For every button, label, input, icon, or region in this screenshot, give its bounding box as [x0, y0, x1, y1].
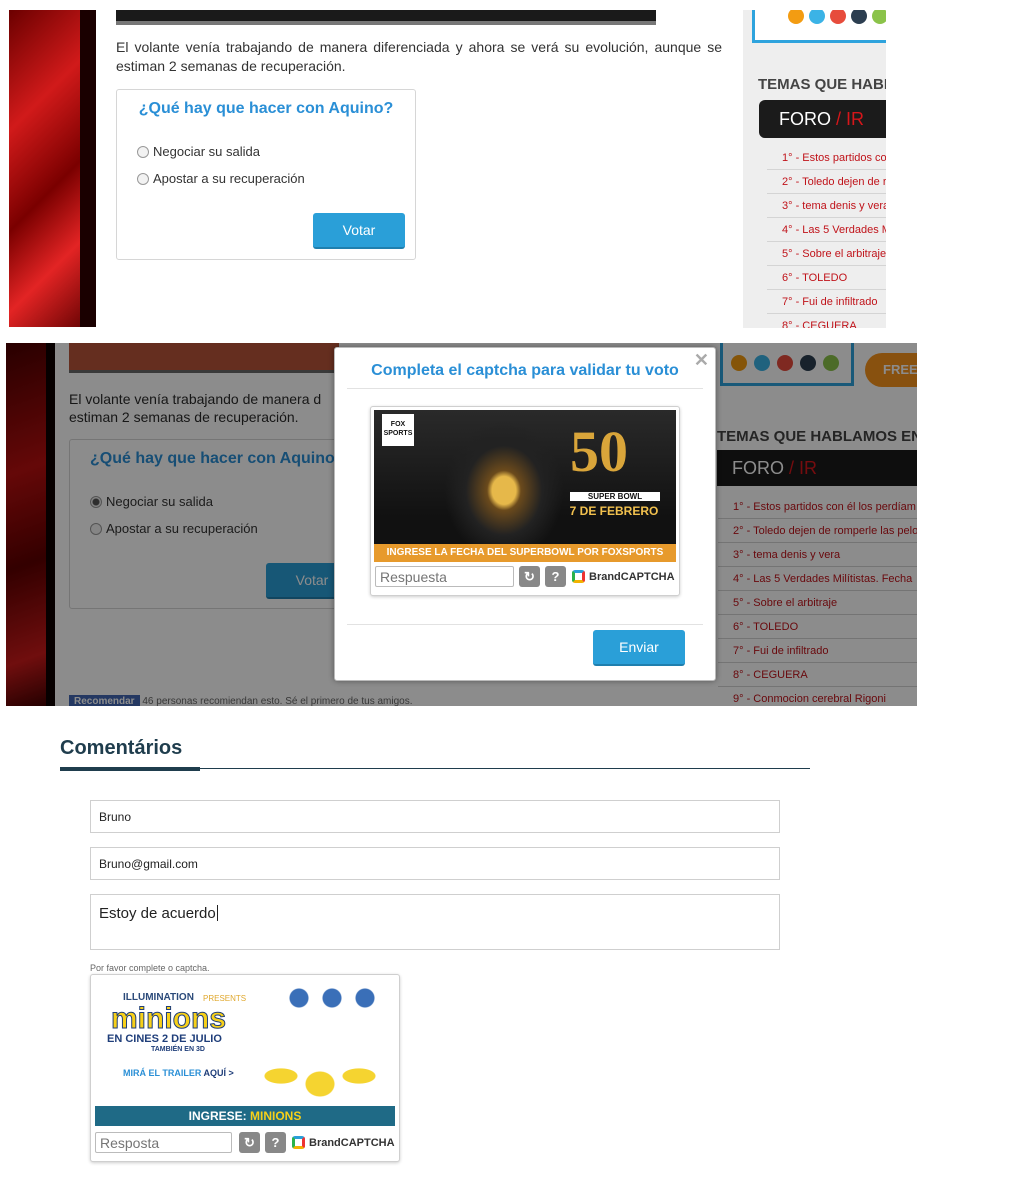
- poll-option-apostar[interactable]: Apostar a su recuperación: [137, 171, 305, 186]
- article-image-bottom: [116, 10, 656, 25]
- ad-title: minions: [110, 1002, 227, 1036]
- help-icon[interactable]: ?: [265, 1132, 286, 1153]
- name-field[interactable]: Bruno: [90, 800, 780, 833]
- red-background-strip: [9, 10, 96, 327]
- vote-button[interactable]: Votar: [313, 213, 405, 249]
- captcha-answer-input[interactable]: [95, 1132, 232, 1153]
- captcha-modal: ✕ Completa el captcha para validar tu vo…: [334, 347, 716, 681]
- ad-format: TAMBIÉN EN 3D: [151, 1046, 205, 1053]
- brandcaptcha-icon: [292, 1136, 305, 1149]
- poll-option-label: Apostar a su recuperación: [153, 171, 305, 186]
- ad-release: EN CINES 2 DE JULIO: [107, 1033, 222, 1045]
- poll-question: ¿Qué hay que hacer con Aquino?: [138, 100, 394, 117]
- forum-topic-link[interactable]: 4° - Las 5 Verdades M: [767, 218, 886, 242]
- foro-bar[interactable]: FORO / IR: [759, 100, 886, 138]
- brandcaptcha-icon: [572, 570, 585, 583]
- forum-topic-link[interactable]: 7° - Fui de infiltrado: [767, 290, 886, 314]
- social-icon[interactable]: [872, 10, 886, 24]
- superbowl-ad-image[interactable]: FOX SPORTS 50 SUPER BOWL 7 DE FEBRERO IN…: [374, 410, 676, 562]
- divider: [347, 388, 703, 389]
- panel-2-captcha-modal: El volante venía trabajando de manera d …: [6, 343, 917, 706]
- radio-button[interactable]: [137, 172, 149, 185]
- foro-sep: /: [831, 109, 847, 129]
- submit-button[interactable]: Enviar: [593, 630, 685, 666]
- comments-heading: Comentários: [60, 737, 183, 759]
- poll-option-label: Negociar su salida: [153, 144, 260, 159]
- text-cursor: [216, 905, 218, 921]
- ad-trailer-label: MIRÁ EL TRAILER: [123, 1068, 202, 1078]
- brandcaptcha-logo: BrandCAPTCHA: [292, 1136, 395, 1149]
- superbowl-date: 7 DE FEBRERO: [569, 504, 659, 518]
- forum-topic-link[interactable]: 8° - CEGUERA: [767, 314, 886, 328]
- captcha-prompt: INGRESE:: [188, 1109, 247, 1123]
- minions-ad-image[interactable]: ILLUMINATION PRESENTS minions EN CINES 2…: [95, 978, 395, 1126]
- comment-text: Estoy de acuerdo: [99, 905, 216, 922]
- radio-button[interactable]: [137, 145, 149, 158]
- forum-topic-link[interactable]: 6° - TOLEDO: [767, 266, 886, 290]
- captcha-widget: FOX SPORTS 50 SUPER BOWL 7 DE FEBRERO IN…: [370, 406, 680, 596]
- foro-ir-link[interactable]: IR: [846, 109, 864, 129]
- poll-option-negociar[interactable]: Negociar su salida: [137, 144, 260, 159]
- social-icon[interactable]: [809, 10, 825, 24]
- panel-1-poll: El volante venía trabajando de manera di…: [0, 0, 900, 328]
- foro-label: FORO: [779, 109, 831, 129]
- brandcaptcha-label: BrandCAPTCHA: [309, 1136, 395, 1149]
- minions-characters-image: [255, 1028, 385, 1108]
- superbowl-label: SUPER BOWL: [570, 492, 660, 501]
- captcha-instruction: INGRESE LA FECHA DEL SUPERBOWL POR FOXSP…: [374, 544, 676, 562]
- fox-sports-logo: FOX SPORTS: [382, 414, 414, 446]
- sidebar: TEMAS QUE HABL FORO / IR 1° - Estos part…: [743, 10, 886, 328]
- modal-title: Completa el captcha para validar tu voto: [371, 362, 679, 379]
- refresh-icon[interactable]: ↻: [239, 1132, 260, 1153]
- comment-textarea[interactable]: Estoy de acuerdo: [90, 894, 780, 950]
- forum-topic-link[interactable]: 3° - tema denis y vera: [767, 194, 886, 218]
- help-icon[interactable]: ?: [545, 566, 566, 587]
- ad-trailer-link[interactable]: AQUÍ >: [204, 1068, 234, 1078]
- football-player-image: [444, 420, 564, 548]
- forum-topic-link[interactable]: 5° - Sobre el arbitraje: [767, 242, 886, 266]
- ad-trailer[interactable]: MIRÁ EL TRAILER AQUÍ >: [123, 1068, 234, 1078]
- captcha-instruction: INGRESE: MINIONS: [95, 1106, 395, 1126]
- superbowl-number: 50: [570, 419, 628, 484]
- poll-widget: ¿Qué hay que hacer con Aquino? Negociar …: [116, 89, 416, 260]
- forum-topic-link[interactable]: 2° - Toledo dejen de ro: [767, 170, 886, 194]
- captcha-answer-input[interactable]: [375, 566, 514, 587]
- hanging-jeans-image: [277, 978, 387, 1018]
- article-text: El volante venía trabajando de manera di…: [116, 39, 722, 74]
- forum-topics-list: 1° - Estos partidos co 2° - Toledo dejen…: [767, 146, 886, 328]
- divider: [347, 624, 703, 625]
- forum-topic-link[interactable]: 1° - Estos partidos co: [767, 146, 886, 170]
- social-icon[interactable]: [830, 10, 846, 24]
- refresh-icon[interactable]: ↻: [519, 566, 540, 587]
- captcha-widget: ILLUMINATION PRESENTS minions EN CINES 2…: [90, 974, 400, 1162]
- brandcaptcha-label: BrandCAPTCHA: [589, 570, 675, 583]
- social-icon[interactable]: [788, 10, 804, 24]
- social-icons-bar: [752, 10, 886, 43]
- brandcaptcha-logo: BrandCAPTCHA: [572, 570, 675, 583]
- social-icon[interactable]: [851, 10, 867, 24]
- captcha-help-text: Por favor complete o captcha.: [90, 963, 210, 973]
- temas-heading: TEMAS QUE HABL: [758, 76, 886, 93]
- email-field[interactable]: Bruno@gmail.com: [90, 847, 780, 880]
- captcha-answer-hint: MINIONS: [250, 1109, 302, 1123]
- heading-underline-accent: [60, 767, 200, 771]
